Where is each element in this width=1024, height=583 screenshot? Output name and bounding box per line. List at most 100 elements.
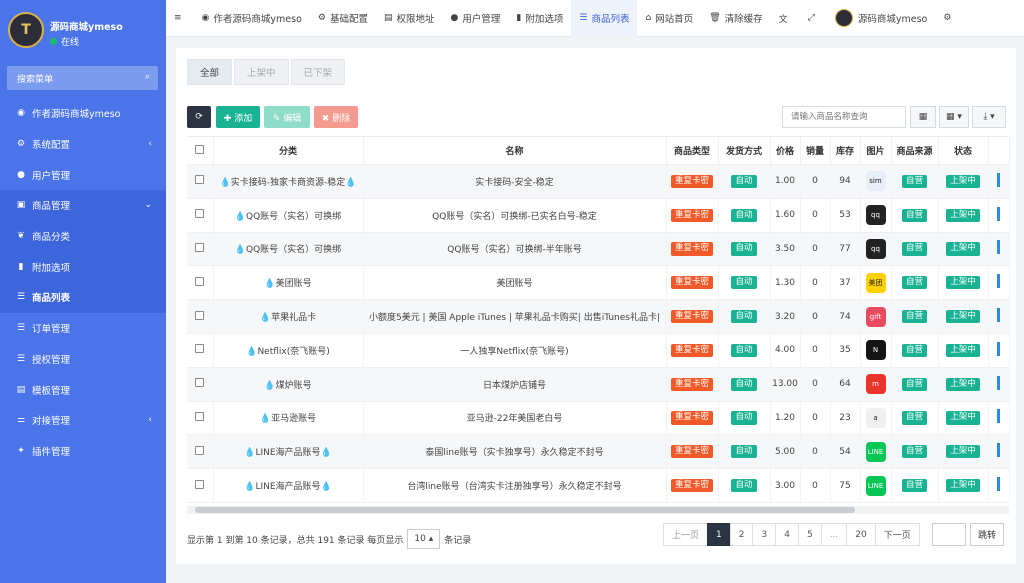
row-checkbox[interactable] — [195, 310, 205, 320]
status-toggle[interactable]: 上架中 — [946, 478, 980, 493]
product-image[interactable]: LINE — [865, 441, 886, 462]
status-toggle[interactable]: 上架中 — [946, 445, 980, 459]
actions-edge[interactable] — [997, 172, 1000, 187]
status-toggle[interactable]: 上架中 — [946, 242, 980, 256]
next-page-button[interactable]: 下一页 — [874, 523, 920, 546]
delete-button[interactable]: ✖ 删除 — [314, 106, 358, 128]
table-row[interactable]: 💧QQ账号（实名）可换绑 QQ账号（实名）可换绑-已实名白号-稳定 重复卡密 自动 1.… — [187, 198, 1010, 233]
select-all-checkbox[interactable] — [195, 144, 205, 154]
column-header[interactable]: 商品类型 — [666, 136, 719, 165]
actions-edge[interactable] — [997, 409, 1000, 424]
sidebar-item-4[interactable]: ❦ 商品分类 — [0, 220, 166, 252]
table-row[interactable]: 💧煤炉账号 日本煤炉店铺号 重复卡密 自动 13.00 0 64 m 自营 上架中 — [187, 367, 1010, 402]
edit-button[interactable]: ✎ 编辑 — [264, 106, 310, 128]
status-toggle[interactable]: 上架中 — [946, 343, 980, 358]
table-row[interactable]: 💧实卡接码-独家卡商资源-稳定💧 实卡接码-安全-稳定 重复卡密 自动 1.00 0 94 s… — [187, 164, 1010, 199]
page-button[interactable]: 5 — [797, 523, 822, 546]
scrollbar-thumb[interactable] — [195, 507, 855, 513]
row-checkbox[interactable] — [195, 479, 205, 489]
topbar-item-0[interactable]: ≡ — [166, 0, 194, 37]
actions-edge[interactable] — [997, 477, 1000, 492]
product-image[interactable]: gift — [865, 306, 886, 327]
topbar-item-10[interactable]: ⤢ — [800, 0, 827, 37]
topbar-item-1[interactable]: ◉ 作者源码商城ymeso — [194, 0, 310, 37]
row-checkbox[interactable] — [195, 242, 205, 252]
refresh-button[interactable]: ⟳ — [187, 106, 211, 128]
product-image[interactable]: qq — [865, 238, 886, 259]
table-row[interactable]: 💧苹果礼品卡 小额度5美元 | 美国 Apple iTunes | 苹果礼品卡购买… — [187, 299, 1010, 334]
sidebar-item-3[interactable]: ▣ 商品管理 ⌄ — [0, 190, 166, 221]
page-button[interactable]: 4 — [775, 523, 799, 546]
actions-edge[interactable] — [997, 206, 1000, 221]
actions-edge[interactable] — [997, 308, 1000, 323]
sidebar-item-8[interactable]: ☰ 授权管理 — [0, 344, 166, 375]
topbar-item-9[interactable]: 文 — [771, 0, 800, 37]
topbar-item-8[interactable]: 🗑 清除缓存 — [701, 0, 770, 37]
column-header[interactable]: 分类 — [213, 136, 364, 165]
product-image[interactable]: N — [865, 340, 886, 361]
column-header[interactable]: 状态 — [938, 136, 989, 165]
avatar[interactable]: T — [8, 12, 44, 48]
topbar-item-7[interactable]: ⌂ 网站首页 — [637, 0, 701, 37]
product-image[interactable]: sim — [865, 171, 886, 192]
search-icon[interactable]: ⌕ — [145, 72, 150, 82]
topbar-item-3[interactable]: ▤ 权限地址 — [376, 0, 443, 37]
horizontal-scrollbar[interactable] — [187, 506, 1009, 514]
product-image[interactable]: LINE — [865, 475, 886, 496]
table-row[interactable]: 💧美团账号 美团账号 重复卡密 自动 1.30 0 37 美团 自营 上架中 — [187, 265, 1010, 301]
topbar-item-5[interactable]: ▮ 附加选项 — [508, 0, 571, 37]
row-checkbox[interactable] — [195, 445, 205, 455]
table-row[interactable]: 💧QQ账号（实名）可换绑 QQ账号（实名）可换绑-半年账号 重复卡密 自动 3.50 0 7… — [187, 232, 1010, 267]
page-jump-button[interactable]: 跳转 — [970, 523, 1004, 546]
status-toggle[interactable]: 上架中 — [946, 377, 980, 391]
table-row[interactable]: 💧LINE海产品账号💧 台湾line账号（台湾实卡注册独享号）永久稳定不封号 重复卡… — [187, 468, 1010, 503]
status-toggle[interactable]: 上架中 — [946, 411, 980, 425]
export-button[interactable]: ⤓ ▾ — [972, 106, 1006, 128]
status-toggle[interactable]: 上架中 — [946, 208, 980, 222]
column-header[interactable]: 名称 — [363, 136, 667, 165]
product-image[interactable]: a — [865, 407, 886, 428]
topbar-item-6[interactable]: ☰ 商品列表 — [571, 0, 638, 37]
toggle-view-button[interactable]: ▦ — [910, 106, 936, 128]
row-checkbox[interactable] — [195, 378, 205, 388]
status-toggle[interactable]: 上架中 — [946, 309, 980, 324]
page-size-select[interactable]: 10 ▴ — [407, 529, 441, 549]
page-button[interactable]: 2 — [729, 523, 754, 546]
column-header[interactable]: 商品来源 — [891, 136, 939, 165]
topbar-item-12[interactable]: ⚙ — [935, 0, 963, 37]
column-header[interactable]: 销量 — [800, 136, 831, 165]
sidebar-item-0[interactable]: ◉ 作者源码商城ymeso — [0, 98, 166, 129]
sidebar-item-2[interactable]: ● 用户管理 — [0, 159, 166, 190]
tab-0[interactable]: 全部 — [187, 59, 233, 85]
actions-edge[interactable] — [997, 375, 1000, 390]
product-image[interactable]: 美团 — [865, 272, 886, 293]
topbar-item-11[interactable]: 源码商城ymeso — [827, 0, 935, 37]
row-checkbox[interactable] — [195, 209, 205, 219]
table-row[interactable]: 💧LINE海产品账号💧 泰国line账号（实卡独享号）永久稳定不封号 重复卡密 自动 5… — [187, 434, 1010, 470]
actions-edge[interactable] — [997, 240, 1000, 255]
page-jump-input[interactable] — [932, 523, 966, 546]
topbar-item-2[interactable]: ⚙ 基础配置 — [310, 0, 376, 37]
tab-1[interactable]: 上架中 — [234, 59, 289, 85]
sidebar-item-1[interactable]: ⚙ 系统配置 ‹ — [0, 129, 166, 160]
topbar-item-4[interactable]: ● 用户管理 — [443, 0, 509, 37]
status-toggle[interactable]: 上架中 — [946, 174, 980, 189]
columns-button[interactable]: ▦ ▾ — [939, 106, 969, 128]
prev-page-button[interactable]: 上一页 — [663, 523, 709, 546]
sidebar-item-11[interactable]: ✦ 插件管理 — [0, 436, 166, 467]
column-header[interactable]: 价格 — [770, 136, 801, 165]
table-row[interactable]: 💧Netflix(奈飞账号) 一人独享Netflix(奈飞账号) 重复卡密 自动 4.0… — [187, 333, 1010, 368]
column-header[interactable]: 库存 — [830, 136, 861, 165]
sidebar-item-9[interactable]: ▤ 模板管理 — [0, 374, 166, 405]
sidebar-item-10[interactable]: ⚌ 对接管理 ‹ — [0, 405, 166, 436]
status-toggle[interactable]: 上架中 — [946, 276, 980, 290]
product-image[interactable]: qq — [865, 205, 886, 226]
column-header[interactable]: 发货方式 — [718, 136, 771, 165]
add-button[interactable]: ✚ 添加 — [216, 106, 260, 128]
sidebar-item-6[interactable]: ☰ 商品列表 — [0, 282, 166, 313]
actions-edge[interactable] — [997, 443, 1000, 458]
page-button[interactable]: 20 — [846, 523, 876, 546]
sidebar-search[interactable]: 搜索菜单 ⌕ — [7, 66, 158, 90]
row-checkbox[interactable] — [195, 276, 205, 286]
sidebar-item-5[interactable]: ▮ 附加选项 — [0, 251, 166, 283]
